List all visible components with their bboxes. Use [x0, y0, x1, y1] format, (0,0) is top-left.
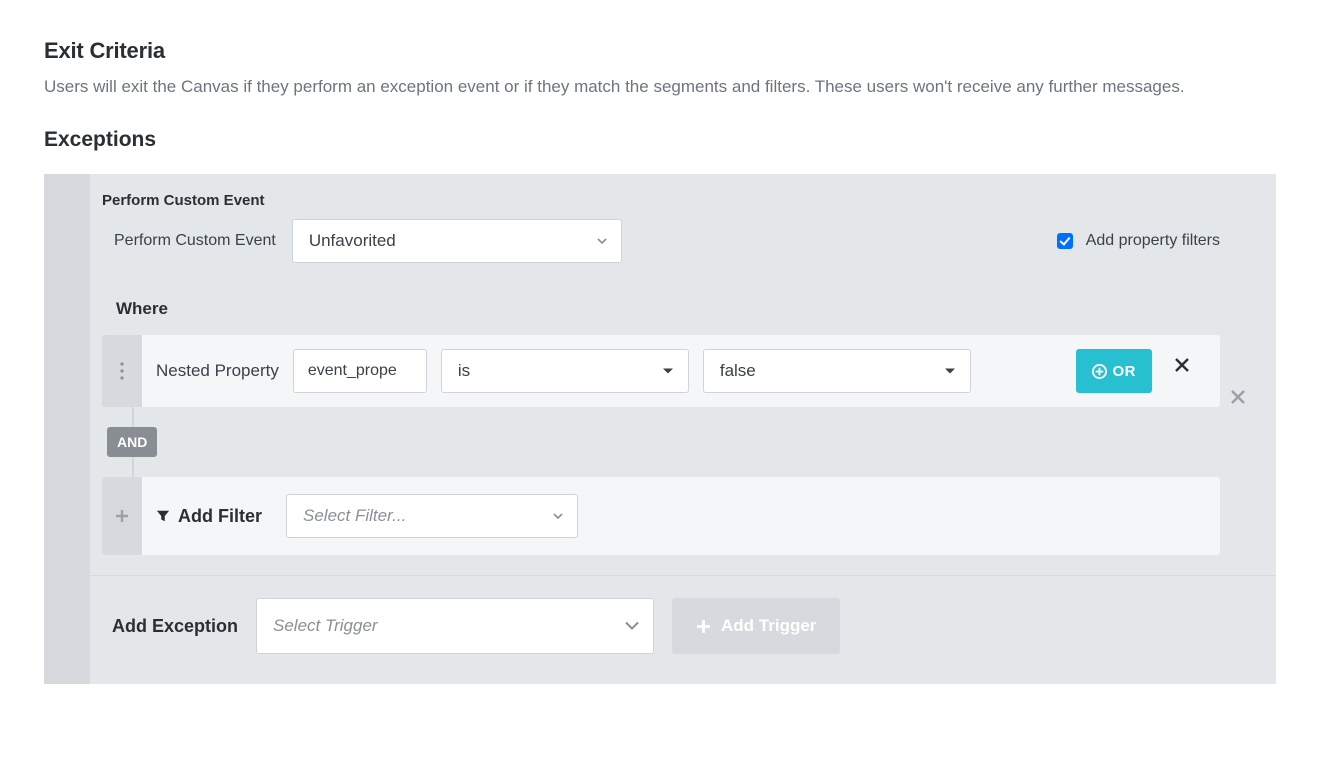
connector-line — [132, 457, 134, 477]
event-select[interactable]: Unfavorited — [292, 219, 622, 263]
connector-line — [132, 407, 134, 427]
exceptions-panel: Perform Custom Event Perform Custom Even… — [44, 174, 1276, 684]
drag-handle[interactable] — [102, 335, 142, 407]
filter-row: Nested Property is false — [102, 335, 1220, 407]
event-select-value: Unfavorited — [309, 231, 396, 251]
plus-circle-icon — [1092, 364, 1107, 379]
plus-icon — [696, 619, 711, 634]
close-icon — [1174, 357, 1190, 373]
trigger-select[interactable]: Select Trigger — [256, 598, 654, 654]
event-select-label: Perform Custom Event — [102, 232, 276, 250]
funnel-icon — [156, 509, 170, 523]
add-trigger-button-label: Add Trigger — [721, 616, 816, 636]
and-pill: AND — [107, 427, 157, 457]
exceptions-heading: Exceptions — [44, 128, 1276, 152]
add-trigger-button[interactable]: Add Trigger — [672, 598, 840, 654]
plus-icon — [115, 509, 129, 523]
filter-type-placeholder: Select Filter... — [303, 506, 406, 526]
caret-down-icon — [597, 238, 607, 244]
filter-type-select[interactable]: Select Filter... — [286, 494, 578, 538]
panel-gutter — [44, 174, 90, 684]
value-select[interactable]: false — [703, 349, 971, 393]
close-icon — [1230, 389, 1246, 405]
page-title: Exit Criteria — [44, 38, 1276, 64]
add-property-filters-checkbox[interactable] — [1057, 233, 1073, 249]
filter-property-label: Nested Property — [156, 361, 279, 381]
caret-down-icon — [944, 368, 956, 375]
add-filter-label: Add Filter — [156, 506, 262, 527]
add-filter-row: Add Filter Select Filter... — [102, 477, 1220, 555]
delete-card-button[interactable] — [1230, 389, 1246, 410]
add-property-filters-toggle[interactable]: Add property filters — [1053, 230, 1220, 252]
trigger-select-placeholder: Select Trigger — [273, 616, 378, 636]
caret-down-icon — [553, 513, 563, 519]
delete-row-button[interactable] — [1174, 357, 1190, 378]
add-exception-footer: Add Exception Select Trigger Add Trigger — [90, 575, 1276, 684]
add-row-button[interactable] — [102, 477, 142, 555]
value-select-value: false — [720, 361, 756, 381]
page-description: Users will exit the Canvas if they perfo… — [44, 74, 1276, 100]
operator-select[interactable]: is — [441, 349, 689, 393]
or-button-label: OR — [1113, 363, 1137, 380]
where-heading: Where — [116, 299, 1264, 319]
property-name-input[interactable] — [293, 349, 427, 393]
or-button[interactable]: OR — [1076, 349, 1153, 393]
add-exception-label: Add Exception — [112, 616, 238, 637]
add-property-filters-label: Add property filters — [1086, 232, 1220, 250]
caret-down-icon — [662, 368, 674, 375]
chevron-down-icon — [625, 622, 639, 631]
event-block-title: Perform Custom Event — [102, 192, 1264, 209]
operator-value: is — [458, 361, 470, 381]
